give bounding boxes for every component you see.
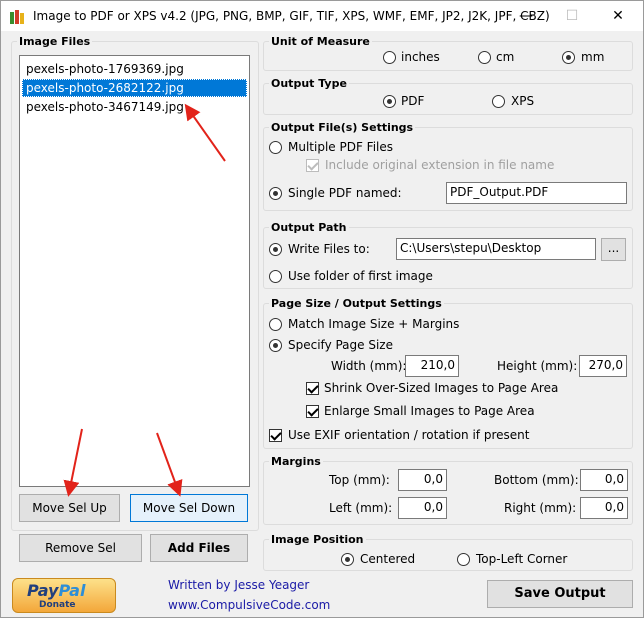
arrow-to-selected-item <box>184 103 226 162</box>
app-window: Image to PDF or XPS v4.2 (JPG, PNG, BMP,… <box>0 0 644 618</box>
annotation-arrows <box>63 103 226 497</box>
arrow-to-move-up <box>63 428 83 497</box>
arrow-to-move-down <box>156 432 183 497</box>
